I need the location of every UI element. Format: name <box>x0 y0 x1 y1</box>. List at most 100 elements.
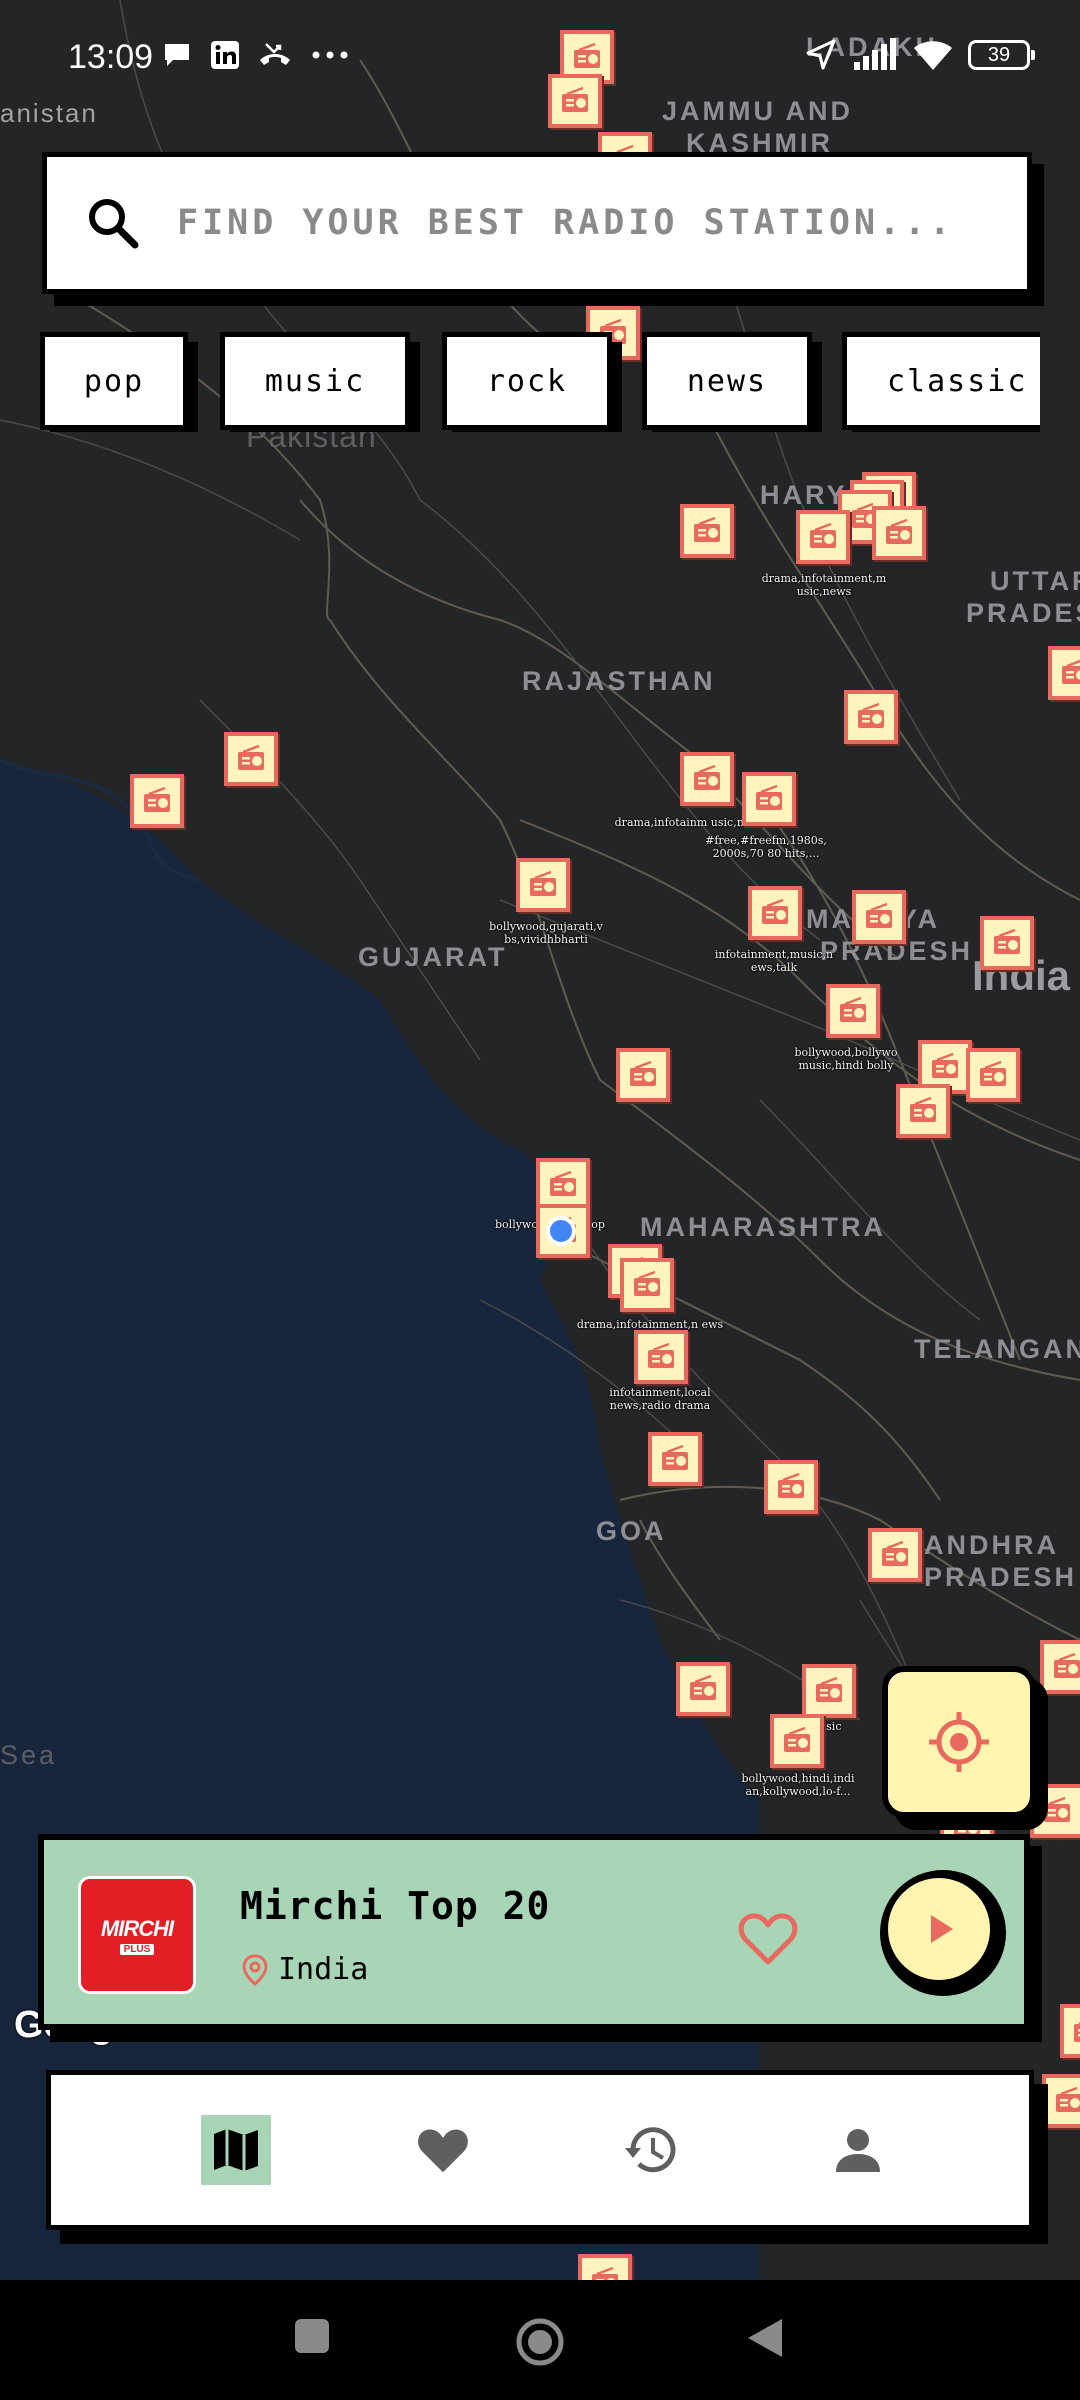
radio-station-marker[interactable] <box>616 1048 670 1102</box>
radio-station-marker[interactable] <box>648 1432 702 1486</box>
search-input[interactable]: FIND YOUR BEST RADIO STATION... <box>177 203 954 243</box>
radio-station-marker[interactable] <box>1042 2074 1080 2128</box>
station-tag-label: bollywood,hindi,indi an,kollywood,lo-f..… <box>741 1772 855 1798</box>
radio-icon <box>1056 2086 1080 2112</box>
back-triangle-icon[interactable] <box>744 2316 786 2360</box>
search-bar[interactable]: FIND YOUR BEST RADIO STATION... <box>42 152 1032 294</box>
radio-station-marker[interactable] <box>770 1714 824 1768</box>
station-tag-label: #free,#freefm,1980s, 2000s,70 80 hits,..… <box>705 834 827 860</box>
system-navigation-bar <box>0 2280 1080 2400</box>
radio-icon <box>756 784 782 810</box>
recents-square-icon[interactable] <box>292 2316 332 2356</box>
radio-icon <box>858 702 884 728</box>
radio-station-marker[interactable] <box>868 1528 922 1582</box>
radio-station-marker[interactable] <box>748 886 802 940</box>
radio-station-marker[interactable] <box>676 1662 730 1716</box>
map-icon <box>214 2129 258 2171</box>
map-label-telangana: TELANGAN <box>914 1334 1080 1364</box>
radio-icon <box>784 1726 810 1752</box>
nav-favorites[interactable] <box>408 2115 478 2185</box>
radio-icon <box>144 786 170 812</box>
station-logo: MIRCHI PLUS <box>78 1876 196 1994</box>
radio-station-marker[interactable] <box>802 1664 856 1718</box>
radio-station-marker[interactable] <box>1030 1784 1080 1838</box>
chip-music[interactable]: music <box>220 332 410 430</box>
chip-news[interactable]: news <box>642 332 812 430</box>
radio-station-marker[interactable] <box>680 752 734 806</box>
chip-classic[interactable]: classic <box>842 332 1040 430</box>
wifi-icon <box>914 41 952 70</box>
map-label-andhra: ANDHRA <box>924 1530 1059 1560</box>
radio-icon <box>866 902 892 928</box>
chip-pop[interactable]: pop <box>40 332 188 430</box>
radio-station-marker[interactable] <box>742 772 796 826</box>
location-pin-icon <box>242 1953 268 1986</box>
radio-station-marker[interactable] <box>224 732 278 786</box>
radio-station-marker[interactable] <box>634 1330 688 1384</box>
genre-chip-row[interactable]: pop music rock news classic <box>40 332 1040 432</box>
station-logo-sub: PLUS <box>119 1943 155 1955</box>
heart-outline-icon[interactable] <box>738 1910 798 1966</box>
radio-station-marker[interactable] <box>1048 646 1080 700</box>
station-tag-label: infotainment,music,n ews,talk <box>714 948 834 974</box>
radio-station-marker[interactable] <box>980 916 1034 970</box>
radio-station-marker[interactable] <box>966 1048 1020 1102</box>
play-button[interactable] <box>880 1870 1006 1996</box>
radio-station-marker[interactable] <box>130 774 184 828</box>
locate-me-button[interactable] <box>882 1666 1036 1818</box>
message-bubble-icon <box>165 44 189 66</box>
now-playing-card[interactable]: MIRCHI PLUS Mirchi Top 20 India <box>38 1834 1030 2030</box>
station-tag-label: bollywood,bollywo music,hindi bolly <box>794 1046 898 1072</box>
radio-icon <box>810 522 836 548</box>
radio-station-marker[interactable] <box>796 510 850 564</box>
station-location: India <box>242 1952 368 1987</box>
play-icon <box>931 1915 953 1943</box>
radio-icon <box>762 898 788 924</box>
radio-icon <box>630 1060 656 1086</box>
battery-level: 39 <box>987 44 1011 66</box>
status-bar: 13:09 39 <box>0 0 1080 118</box>
radio-icon <box>550 1170 576 1196</box>
nav-map[interactable] <box>201 2115 271 2185</box>
radio-station-marker[interactable] <box>516 858 570 912</box>
radio-icon <box>816 1676 842 1702</box>
radio-station-marker[interactable] <box>844 690 898 744</box>
station-name: Mirchi Top 20 <box>240 1884 551 1928</box>
bottom-navigation <box>46 2070 1034 2230</box>
radio-icon <box>778 1472 804 1498</box>
radio-icon <box>1054 1652 1080 1678</box>
map-label-uttar: UTTAR <box>990 566 1080 596</box>
radio-icon <box>690 1674 716 1700</box>
radio-station-marker[interactable] <box>826 984 880 1038</box>
radio-station-marker[interactable] <box>896 1084 950 1138</box>
status-time: 13:09 <box>68 38 154 76</box>
signal-icon <box>854 38 896 70</box>
radio-icon <box>1044 1796 1070 1822</box>
history-icon <box>625 2127 676 2173</box>
radio-icon <box>1062 659 1080 684</box>
radio-station-marker[interactable] <box>620 1258 674 1312</box>
nav-history[interactable] <box>616 2115 686 2185</box>
radio-icon <box>694 764 720 790</box>
home-circle-icon[interactable] <box>514 2316 566 2368</box>
nav-profile[interactable] <box>823 2115 893 2185</box>
map-label-goa: GOA <box>596 1516 667 1546</box>
radio-station-marker[interactable] <box>1060 2004 1080 2058</box>
map-label-maharashtra: MAHARASHTRA <box>640 1212 886 1242</box>
radio-icon <box>886 518 912 544</box>
radio-icon <box>634 1270 660 1296</box>
radio-station-marker[interactable] <box>872 506 926 560</box>
radio-station-marker[interactable] <box>680 504 734 558</box>
radio-icon <box>1074 2022 1080 2042</box>
map-label-gujarat: GUJARAT <box>358 942 508 972</box>
map-label-rajasthan: RAJASTHAN <box>522 666 716 696</box>
linkedin-icon <box>211 41 239 69</box>
radio-station-marker[interactable] <box>852 890 906 944</box>
radio-station-marker[interactable] <box>764 1460 818 1514</box>
person-icon <box>836 2129 880 2172</box>
map-label-pradesh-up: PRADES <box>966 598 1080 628</box>
radio-icon <box>980 1060 1006 1086</box>
chip-rock[interactable]: rock <box>442 332 612 430</box>
radio-station-marker[interactable] <box>1040 1640 1080 1694</box>
search-icon <box>89 199 139 249</box>
